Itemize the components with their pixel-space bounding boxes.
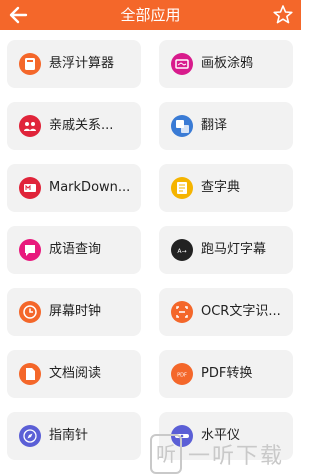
document-reader-icon — [19, 363, 41, 385]
app-label: PDF转换 — [201, 366, 253, 381]
relatives-icon — [19, 115, 41, 137]
app-card[interactable]: 屏幕时钟 — [7, 288, 141, 336]
app-card[interactable]: 亲戚关系... — [7, 102, 141, 150]
svg-text:PDF: PDF — [177, 373, 187, 379]
app-label: 亲戚关系... — [49, 118, 114, 133]
star-outline-icon[interactable] — [273, 4, 293, 26]
app-card[interactable]: 文档阅读 — [7, 350, 141, 398]
markdown-icon — [19, 177, 41, 199]
drawing-board-icon — [171, 53, 193, 75]
app-label: 屏幕时钟 — [49, 304, 102, 319]
idiom-icon — [19, 239, 41, 261]
ocr-icon — [171, 301, 193, 323]
app-label: 查字典 — [201, 180, 241, 195]
app-label: 跑马灯字幕 — [201, 242, 267, 257]
app-label: 悬浮计算器 — [49, 56, 115, 71]
app-label: MarkDown... — [49, 180, 131, 195]
marquee-icon: A→ — [171, 239, 193, 261]
compass-icon — [19, 425, 41, 447]
app-card[interactable]: OCR文字识... — [159, 288, 293, 336]
app-card[interactable]: 水平仪 — [159, 412, 293, 460]
app-card[interactable]: 指南针 — [7, 412, 141, 460]
calculator-icon — [19, 53, 41, 75]
app-label: 翻译 — [201, 118, 228, 133]
svg-text:A→: A→ — [177, 248, 186, 255]
app-label: 画板涂鸦 — [201, 56, 254, 71]
app-header: 全部应用 — [0, 0, 301, 30]
app-card[interactable]: A→ 跑马灯字幕 — [159, 226, 293, 274]
app-card[interactable]: 画板涂鸦 — [159, 40, 293, 88]
page-title: 全部应用 — [120, 6, 181, 24]
app-label: OCR文字识... — [201, 304, 281, 319]
app-card[interactable]: MarkDown... — [7, 164, 141, 212]
app-card[interactable]: 查字典 — [159, 164, 293, 212]
app-label: 成语查询 — [49, 242, 102, 257]
clock-icon — [19, 301, 41, 323]
dictionary-icon — [171, 177, 193, 199]
level-icon — [171, 425, 193, 447]
app-card[interactable]: 成语查询 — [7, 226, 141, 274]
app-card[interactable]: PDF PDF转换 — [159, 350, 293, 398]
app-label: 文档阅读 — [49, 366, 102, 381]
pdf-icon: PDF — [171, 363, 193, 385]
app-card[interactable]: 悬浮计算器 — [7, 40, 141, 88]
app-label: 指南针 — [49, 428, 89, 443]
app-card[interactable]: 翻译 — [159, 102, 293, 150]
app-label: 水平仪 — [201, 428, 241, 443]
translate-icon — [171, 115, 193, 137]
